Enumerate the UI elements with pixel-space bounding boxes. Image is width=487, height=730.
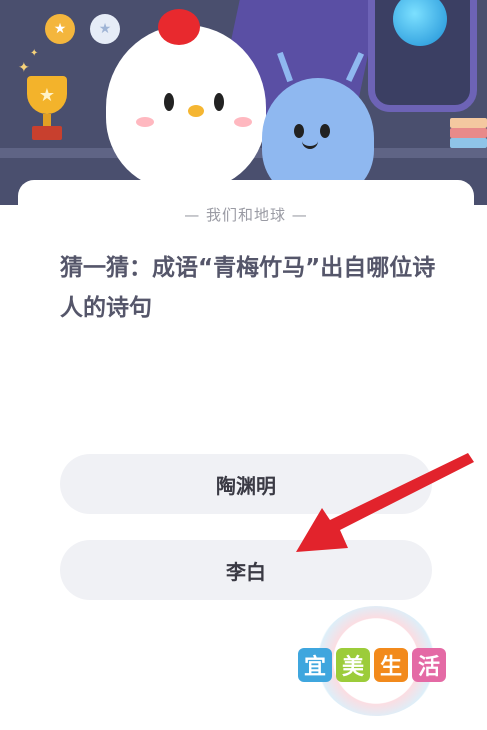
book-icon xyxy=(450,118,487,128)
section-title: — 我们和地球 — xyxy=(184,206,308,224)
book-icon xyxy=(450,128,487,138)
hero-illustration: ★ ★ ✦ ✦ ★ xyxy=(0,0,487,205)
watermark-char: 活 xyxy=(412,648,446,682)
silver-medal-icon: ★ xyxy=(90,14,120,44)
question-text: 猜一猜：成语“青梅竹马”出自哪位诗人的诗句 xyxy=(60,255,436,321)
trophy-icon: ★ xyxy=(22,66,72,146)
chicken-mascot xyxy=(106,9,266,190)
watermark-logo: 宜 美 生 活 xyxy=(296,606,456,716)
gold-medal-icon: ★ xyxy=(45,14,75,44)
sparkle-icon: ✦ xyxy=(30,48,39,59)
answer-option-1[interactable]: 陶渊明 xyxy=(60,454,432,514)
watermark-char: 生 xyxy=(374,648,408,682)
book-icon xyxy=(450,138,487,148)
answer-option-label: 陶渊明 xyxy=(216,473,276,498)
watermark-char: 宜 xyxy=(298,648,332,682)
watermark-char: 美 xyxy=(336,648,370,682)
answer-option-2[interactable]: 李白 xyxy=(60,540,432,600)
answer-option-label: 李白 xyxy=(226,559,266,584)
